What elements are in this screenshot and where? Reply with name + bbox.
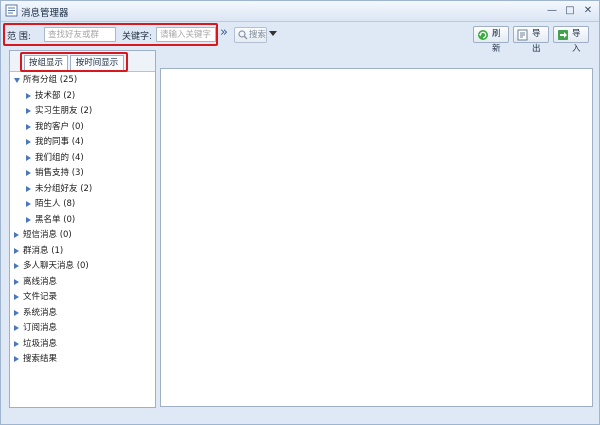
magnifier-icon <box>238 30 248 40</box>
tab-time-view[interactable]: 按时间显示 <box>70 55 124 71</box>
collapsed-arrow-icon[interactable] <box>14 263 19 269</box>
collapsed-arrow-icon[interactable] <box>26 170 31 176</box>
export-button[interactable]: 导出 <box>513 26 549 54</box>
collapsed-arrow-icon[interactable] <box>26 216 31 223</box>
maximize-button[interactable]: □ <box>563 4 577 17</box>
view-tabs: 按组显示 按时间显示 <box>10 51 155 72</box>
search-button-label: 搜索 <box>249 30 267 40</box>
close-button[interactable]: ✕ <box>581 4 595 17</box>
range-label: 范 围: <box>7 32 31 42</box>
search-button[interactable]: 搜索 <box>234 27 267 43</box>
collapsed-arrow-icon[interactable] <box>26 185 31 192</box>
expand-more-icon[interactable]: » <box>220 25 228 41</box>
collapsed-arrow-icon[interactable] <box>26 92 31 99</box>
collapsed-arrow-icon[interactable] <box>14 340 19 347</box>
search-dropdown-icon[interactable] <box>269 31 277 37</box>
import-button[interactable]: 导入 <box>553 26 589 54</box>
expanded-arrow-icon[interactable] <box>14 78 20 83</box>
keyword-label: 关键字: <box>122 32 153 42</box>
export-icon <box>517 29 528 41</box>
title-bar[interactable]: 消息管理器 — □ ✕ <box>1 1 599 22</box>
collapsed-arrow-icon[interactable] <box>26 123 31 130</box>
tab-group-view[interactable]: 按组显示 <box>24 55 68 72</box>
import-icon <box>558 30 568 40</box>
keyword-input[interactable] <box>156 27 216 42</box>
collapsed-arrow-icon[interactable] <box>14 309 19 316</box>
collapsed-arrow-icon[interactable] <box>26 139 31 145</box>
collapsed-arrow-icon[interactable] <box>14 232 19 238</box>
message-manager-window: 消息管理器 — □ ✕ 范 围: 关键字: » 搜索 刷新 <box>0 0 600 425</box>
collapsed-arrow-icon[interactable] <box>14 325 19 331</box>
refresh-button[interactable]: 刷新 <box>473 26 509 54</box>
collapsed-arrow-icon[interactable] <box>26 201 31 207</box>
collapsed-arrow-icon[interactable] <box>14 356 19 362</box>
range-input[interactable] <box>44 27 116 42</box>
refresh-label: 刷新 <box>492 29 501 54</box>
message-content-panel[interactable] <box>160 68 593 407</box>
search-toolbar: 范 围: 关键字: » 搜索 刷新 <box>1 22 599 54</box>
collapsed-arrow-icon[interactable] <box>14 278 19 285</box>
minimize-button[interactable]: — <box>545 4 559 17</box>
refresh-icon <box>478 30 488 40</box>
collapsed-arrow-icon[interactable] <box>14 247 19 254</box>
collapsed-arrow-icon[interactable] <box>26 108 31 114</box>
message-manager-icon <box>5 4 18 17</box>
window-title: 消息管理器 <box>21 8 69 19</box>
collapsed-arrow-icon[interactable] <box>26 154 31 161</box>
export-label: 导出 <box>532 29 541 54</box>
import-label: 导入 <box>572 29 581 54</box>
collapsed-arrow-icon[interactable] <box>14 294 19 300</box>
group-tree-panel: 按组显示 按时间显示 所有分组 (25) 技术部 (2) 实习生朋友 (2) 我… <box>9 50 156 408</box>
